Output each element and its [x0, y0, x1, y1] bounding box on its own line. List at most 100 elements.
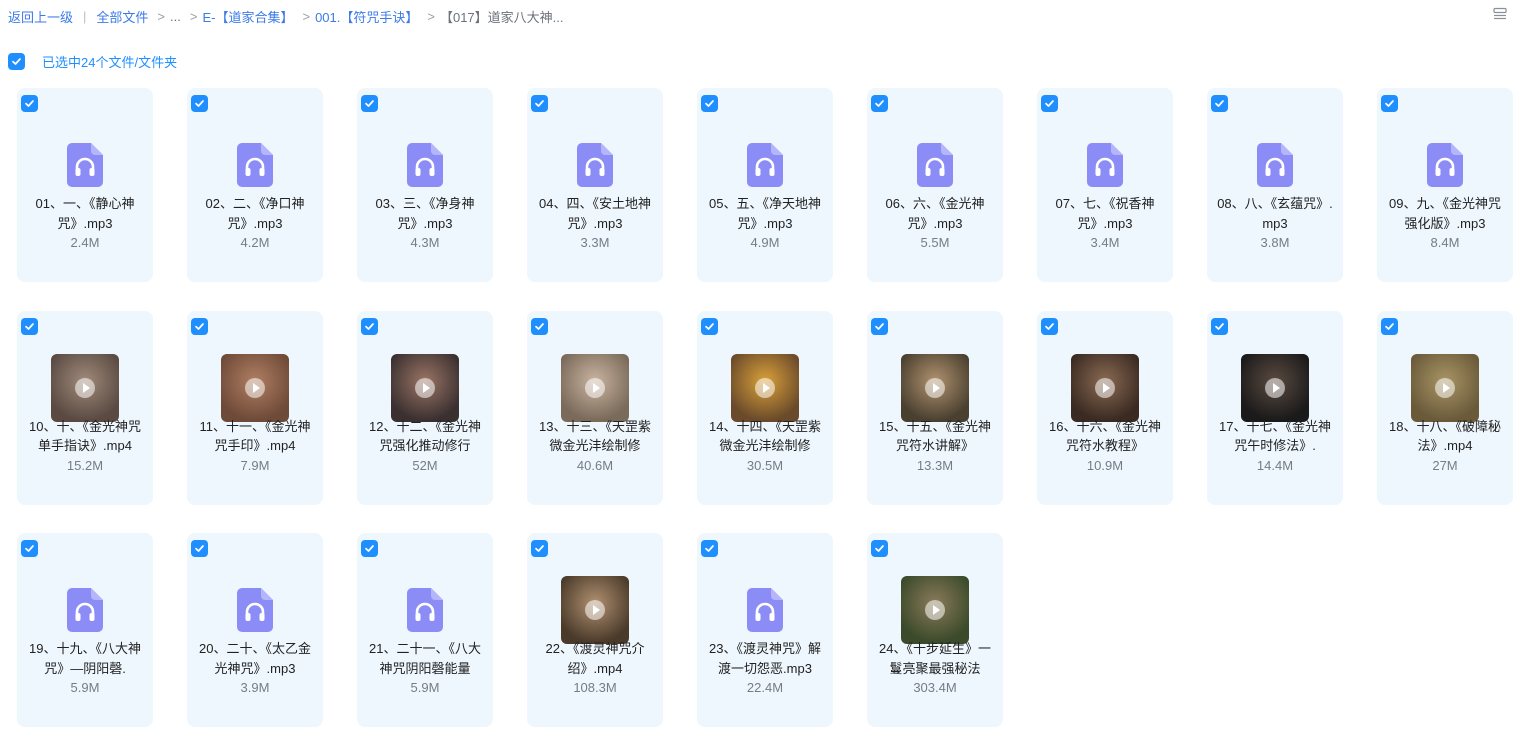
file-size: 5.9M	[410, 680, 440, 695]
file-name[interactable]: 08、八、《玄蕴咒》.mp3	[1215, 194, 1335, 233]
file-card[interactable]: 03、三、《净身神咒》.mp3 4.3M	[357, 88, 493, 282]
file-card[interactable]: 07、七、《祝香神咒》.mp3 3.4M	[1037, 88, 1173, 282]
file-checkbox[interactable]	[1041, 95, 1058, 112]
play-icon	[1265, 377, 1285, 398]
file-size: 14.4M	[1256, 457, 1294, 473]
back-link[interactable]: 返回上一级	[8, 7, 73, 26]
file-checkbox[interactable]	[1211, 317, 1228, 335]
video-thumbnail	[1241, 353, 1309, 422]
file-checkbox[interactable]	[191, 540, 208, 557]
file-name[interactable]: 03、三、《净身神咒》.mp3	[365, 194, 485, 233]
file-size: 3.3M	[580, 235, 610, 250]
file-checkbox[interactable]	[871, 317, 888, 335]
select-all-checkbox[interactable]	[8, 52, 25, 70]
file-card[interactable]: 15、十五、《金光神咒符水讲解》 13.3M	[867, 310, 1003, 505]
file-name[interactable]: 01、一、《静心神咒》.mp3	[25, 194, 145, 233]
file-checkbox[interactable]	[871, 540, 888, 557]
file-name[interactable]: 16、十六、《金光神咒符水教程》	[1045, 417, 1165, 456]
chevron-right-icon: >	[189, 9, 198, 24]
file-checkbox[interactable]	[701, 540, 718, 557]
file-card[interactable]: 22、《渡灵神咒介绍》.mp4 108.3M	[527, 533, 663, 727]
file-card[interactable]: 19、十九、《八大神咒》—阴阳磬. 5.9M	[17, 533, 153, 727]
file-card[interactable]: 23、《渡灵神咒》解渡一切怨恶.mp3 22.4M	[697, 533, 833, 727]
file-size: 4.3M	[410, 235, 440, 250]
file-name[interactable]: 02、二、《净口神咒》.mp3	[195, 194, 315, 233]
file-card[interactable]: 20、二十、《太乙金光神咒》.mp3 3.9M	[187, 533, 323, 727]
file-name[interactable]: 13、十三、《天罡紫微金光沣绘制修	[535, 417, 655, 456]
file-checkbox[interactable]	[1381, 317, 1398, 335]
file-checkbox[interactable]	[701, 317, 718, 335]
play-icon	[925, 600, 945, 620]
file-checkbox[interactable]	[1381, 95, 1398, 112]
file-name[interactable]: 18、十八、《破障秘法》.mp4	[1385, 417, 1505, 456]
file-card[interactable]: 06、六、《金光神咒》.mp3 5.5M	[867, 88, 1003, 282]
file-card[interactable]: 14、十四、《天罡紫微金光沣绘制修 30.5M	[697, 310, 833, 505]
file-checkbox[interactable]	[361, 317, 378, 335]
file-card[interactable]: 02、二、《净口神咒》.mp3 4.2M	[187, 88, 323, 282]
audio-file-icon	[1241, 131, 1309, 199]
file-checkbox[interactable]	[531, 95, 548, 112]
file-name[interactable]: 15、十五、《金光神咒符水讲解》	[875, 417, 995, 456]
file-size: 22.4M	[746, 680, 784, 695]
file-checkbox[interactable]	[871, 95, 888, 112]
file-checkbox[interactable]	[531, 540, 548, 557]
file-size: 52M	[412, 457, 438, 473]
file-size: 3.8M	[1260, 235, 1290, 250]
file-card[interactable]: 21、二十一、《八大神咒阴阳磬能量 5.9M	[357, 533, 493, 727]
file-size: 5.9M	[70, 680, 100, 695]
file-name[interactable]: 23、《渡灵神咒》解渡一切怨恶.mp3	[705, 639, 825, 678]
chevron-right-icon: >	[302, 9, 311, 24]
file-name[interactable]: 10、十、《金光神咒单手指诀》.mp4	[25, 417, 145, 456]
file-checkbox[interactable]	[531, 317, 548, 335]
file-name[interactable]: 07、七、《祝香神咒》.mp3	[1045, 194, 1165, 233]
file-name[interactable]: 12、十二、《金光神咒强化推动修行	[365, 417, 485, 456]
file-name[interactable]: 05、五、《净天地神咒》.mp3	[705, 194, 825, 233]
file-name[interactable]: 19、十九、《八大神咒》—阴阳磬.	[25, 639, 145, 678]
file-checkbox[interactable]	[361, 540, 378, 557]
video-thumbnail	[901, 576, 969, 644]
file-name[interactable]: 09、九、《金光神咒强化版》.mp3	[1385, 194, 1505, 233]
file-name[interactable]: 17、十七、《金光神咒午时修法》.	[1215, 417, 1335, 456]
audio-file-icon	[731, 576, 799, 644]
file-card[interactable]: 05、五、《净天地神咒》.mp3 4.9M	[697, 88, 833, 282]
file-checkbox[interactable]	[21, 317, 38, 335]
file-checkbox[interactable]	[191, 95, 208, 112]
file-checkbox[interactable]	[21, 95, 38, 112]
breadcrumb-all-files[interactable]: 全部文件	[96, 7, 148, 26]
file-card[interactable]: 16、十六、《金光神咒符水教程》 10.9M	[1037, 310, 1173, 505]
file-name[interactable]: 24、《十步延生》一鬘亮聚最强秘法	[875, 639, 995, 678]
file-card[interactable]: 18、十八、《破障秘法》.mp4 27M	[1377, 310, 1513, 505]
audio-file-icon	[51, 131, 119, 199]
breadcrumb-ellipsis[interactable]: ...	[170, 9, 181, 24]
breadcrumb-level2[interactable]: 001.【符咒手诀】	[315, 7, 418, 26]
file-card[interactable]: 01、一、《静心神咒》.mp3 2.4M	[17, 88, 153, 282]
file-card[interactable]: 04、四、《安土地神咒》.mp3 3.3M	[527, 88, 663, 282]
audio-file-icon	[221, 131, 289, 199]
file-name[interactable]: 21、二十一、《八大神咒阴阳磬能量	[365, 639, 485, 678]
file-checkbox[interactable]	[191, 317, 208, 335]
file-card[interactable]: 11、十一、《金光神咒手印》.mp4 7.9M	[187, 310, 323, 505]
file-name[interactable]: 11、十一、《金光神咒手印》.mp4	[195, 417, 315, 456]
file-card[interactable]: 13、十三、《天罡紫微金光沣绘制修 40.6M	[527, 310, 663, 505]
file-checkbox[interactable]	[1211, 95, 1228, 112]
file-card[interactable]: 10、十、《金光神咒单手指诀》.mp4 15.2M	[17, 310, 153, 505]
file-size: 7.9M	[240, 457, 270, 473]
file-card[interactable]: 09、九、《金光神咒强化版》.mp3 8.4M	[1377, 88, 1513, 282]
file-name[interactable]: 14、十四、《天罡紫微金光沣绘制修	[705, 417, 825, 456]
file-name[interactable]: 20、二十、《太乙金光神咒》.mp3	[195, 639, 315, 678]
breadcrumb-current: 【017】道家八大神...	[439, 10, 564, 25]
file-checkbox[interactable]	[361, 95, 378, 112]
file-card[interactable]: 12、十二、《金光神咒强化推动修行 52M	[357, 310, 493, 505]
file-card[interactable]: 24、《十步延生》一鬘亮聚最强秘法 303.4M	[867, 533, 1003, 727]
file-name[interactable]: 04、四、《安土地神咒》.mp3	[535, 194, 655, 233]
file-name[interactable]: 22、《渡灵神咒介绍》.mp4	[535, 639, 655, 678]
file-checkbox[interactable]	[1041, 317, 1058, 335]
file-checkbox[interactable]	[21, 540, 38, 557]
file-card[interactable]: 17、十七、《金光神咒午时修法》. 14.4M	[1207, 310, 1343, 505]
file-card[interactable]: 08、八、《玄蕴咒》.mp3 3.8M	[1207, 88, 1343, 282]
breadcrumb-level1[interactable]: E-【道家合集】	[202, 7, 293, 26]
list-view-icon[interactable]	[1493, 7, 1507, 21]
file-checkbox[interactable]	[701, 95, 718, 112]
selection-bar: 已选中24个文件/文件夹	[8, 52, 177, 70]
file-name[interactable]: 06、六、《金光神咒》.mp3	[875, 194, 995, 233]
